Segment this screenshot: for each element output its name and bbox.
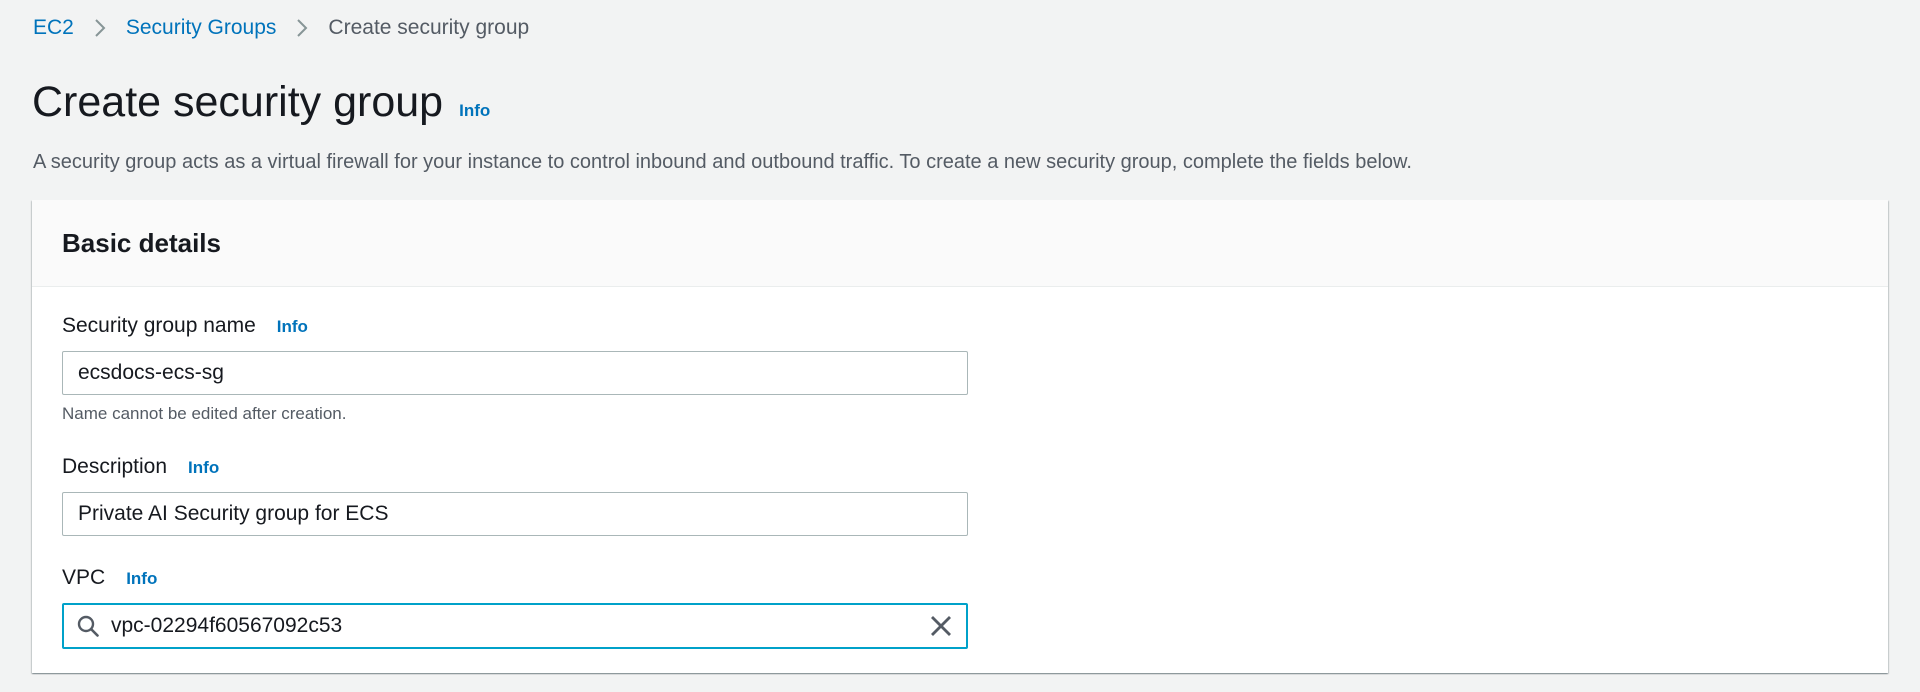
vpc-field: VPC Info [62, 564, 968, 649]
breadcrumb: EC2 Security Groups Create security grou… [33, 14, 529, 42]
security-group-name-label-row: Security group name Info [62, 312, 968, 341]
description-label-row: Description Info [62, 453, 968, 482]
basic-details-panel: Basic details Security group name Info N… [32, 200, 1888, 673]
chevron-right-icon [94, 18, 106, 38]
page-title: Create security group [32, 78, 444, 126]
security-group-name-label: Security group name [62, 314, 256, 337]
security-group-name-field: Security group name Info Name cannot be … [62, 312, 968, 424]
basic-details-header: Basic details [32, 200, 1888, 287]
security-group-name-input[interactable] [62, 351, 968, 395]
description-label: Description [62, 455, 168, 478]
vpc-label: VPC [62, 566, 106, 589]
description-input[interactable] [62, 492, 968, 536]
security-group-name-info-link[interactable]: Info [277, 313, 308, 341]
page-header: Create security group Info [32, 76, 490, 128]
breadcrumb-security-groups-link[interactable]: Security Groups [126, 14, 277, 42]
vpc-search-input[interactable] [111, 614, 891, 638]
vpc-info-link[interactable]: Info [126, 565, 157, 593]
search-icon [77, 615, 99, 637]
description-info-link[interactable]: Info [188, 454, 219, 482]
breadcrumb-current: Create security group [328, 16, 530, 39]
breadcrumb-ec2-link[interactable]: EC2 [33, 14, 74, 42]
page-title-info-link[interactable]: Info [459, 101, 490, 121]
chevron-right-icon [296, 18, 308, 38]
security-group-name-hint: Name cannot be edited after creation. [62, 404, 347, 423]
close-icon[interactable] [930, 615, 952, 637]
vpc-label-row: VPC Info [62, 564, 968, 593]
page-description: A security group acts as a virtual firew… [33, 151, 1412, 173]
description-field: Description Info [62, 453, 968, 536]
basic-details-title: Basic details [62, 227, 221, 258]
vpc-search-box[interactable] [62, 603, 968, 649]
